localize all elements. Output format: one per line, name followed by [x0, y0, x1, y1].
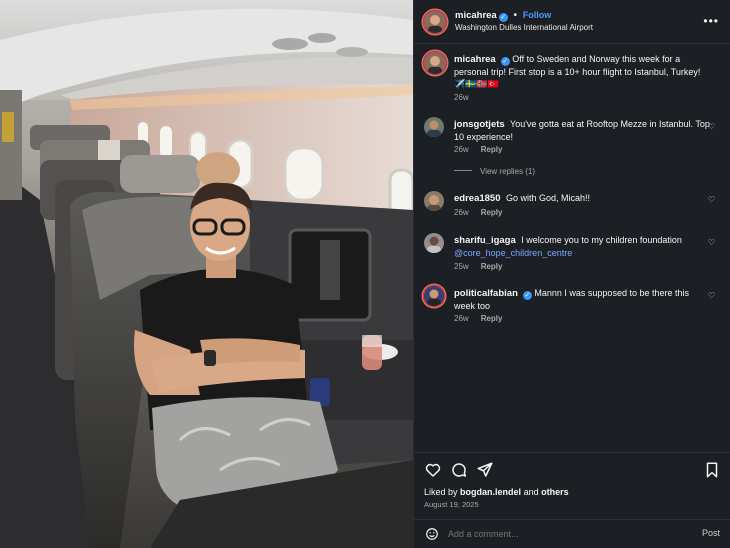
- smiley-icon[interactable]: [425, 527, 439, 541]
- commenter-avatar[interactable]: [424, 233, 444, 253]
- reply-button[interactable]: Reply: [481, 208, 503, 217]
- cabin-photo-illustration: [0, 0, 413, 548]
- comment-username[interactable]: politicalfabian: [454, 288, 518, 299]
- caption-text: micahrea ✓ Off to Sweden and Norway this …: [454, 53, 712, 90]
- likes-others-link[interactable]: others: [541, 487, 569, 497]
- likes-and: and: [523, 487, 539, 497]
- verified-badge-icon: ✓: [522, 291, 532, 300]
- view-replies-link[interactable]: View replies (1): [454, 167, 535, 176]
- heart-outline-icon[interactable]: ♡: [708, 291, 715, 300]
- liker-username[interactable]: bogdan.lendel: [460, 487, 521, 497]
- comment-body: Go with God, Micah!!: [506, 193, 591, 203]
- likes-summary: Liked by bogdan.lendel and others: [424, 487, 569, 497]
- comment-meta: 25w Reply: [454, 262, 502, 271]
- post-photo[interactable]: [0, 0, 413, 548]
- verified-badge-icon: ✓: [500, 57, 510, 66]
- commenter-avatar[interactable]: [424, 286, 444, 306]
- add-comment-bar: Post: [414, 519, 730, 548]
- comment-time: 26w: [454, 208, 469, 217]
- verified-badge-icon: ✓: [498, 13, 508, 22]
- comment-time: 26w: [454, 314, 469, 323]
- comment-meta: 26w Reply: [454, 145, 502, 154]
- reply-button[interactable]: Reply: [481, 262, 503, 271]
- post-comment-button[interactable]: Post: [702, 528, 720, 538]
- caption-avatar[interactable]: [424, 52, 446, 74]
- dot-separator: •: [513, 10, 518, 21]
- comment: edrea1850 Go with God, Micah!! 26w Reply …: [424, 191, 721, 223]
- mention-link[interactable]: @core_hope_children_centre: [454, 248, 572, 258]
- action-bar: [414, 452, 730, 486]
- comment: sharifu_igaga I welcome you to my childr…: [424, 233, 721, 271]
- heart-outline-icon[interactable]: ♡: [708, 122, 715, 131]
- comment-body: I welcome you to my children foundation: [521, 235, 682, 245]
- comment-text: politicalfabian ✓ Mannn I was supposed to…: [454, 287, 712, 312]
- comment-time: 25w: [454, 262, 469, 271]
- comment-input[interactable]: [448, 527, 678, 541]
- author-username[interactable]: micahrea: [455, 10, 497, 21]
- likes-prefix: Liked by: [424, 487, 458, 497]
- caption-emojis: ✈️🇸🇪🇳🇴🇹🇷: [454, 79, 499, 89]
- comment-meta: 26w Reply: [454, 314, 502, 323]
- comment: jonsgotjets You've gotta eat at Rooftop …: [424, 117, 721, 159]
- author-row: micahrea ✓ • Follow: [455, 10, 551, 22]
- commenter-avatar[interactable]: [424, 117, 444, 137]
- comment-bubble-icon[interactable]: [450, 461, 468, 479]
- caption-username[interactable]: micahrea: [454, 54, 496, 65]
- comment-username[interactable]: sharifu_igaga: [454, 235, 516, 246]
- bookmark-icon[interactable]: [703, 461, 721, 479]
- post-detail-panel: micahrea ✓ • Follow Washington Dulles Int…: [413, 0, 730, 548]
- post-header: micahrea ✓ • Follow Washington Dulles Int…: [414, 0, 730, 44]
- post-location[interactable]: Washington Dulles International Airport: [455, 23, 593, 32]
- commenter-avatar[interactable]: [424, 191, 444, 211]
- post-date: August 19, 2025: [424, 500, 479, 509]
- heart-outline-icon[interactable]: [424, 461, 442, 479]
- comment-username[interactable]: edrea1850: [454, 193, 500, 204]
- view-replies-label[interactable]: View replies (1): [480, 167, 535, 176]
- heart-outline-icon[interactable]: ♡: [708, 238, 715, 247]
- reply-button[interactable]: Reply: [481, 145, 503, 154]
- comment-text: edrea1850 Go with God, Micah!!: [454, 192, 712, 205]
- heart-outline-icon[interactable]: ♡: [708, 195, 715, 204]
- replies-divider: [454, 170, 472, 171]
- more-dots-icon[interactable]: •••: [703, 14, 719, 28]
- comment-text: sharifu_igaga I welcome you to my childr…: [454, 234, 712, 259]
- caption-time: 26w: [454, 93, 469, 102]
- reply-button[interactable]: Reply: [481, 314, 503, 323]
- caption: micahrea ✓ Off to Sweden and Norway this …: [424, 52, 721, 102]
- comment-time: 26w: [454, 145, 469, 154]
- author-avatar[interactable]: [424, 11, 446, 33]
- comment-username[interactable]: jonsgotjets: [454, 119, 505, 130]
- comment-text: jonsgotjets You've gotta eat at Rooftop …: [454, 118, 712, 143]
- comment: politicalfabian ✓ Mannn I was supposed to…: [424, 286, 721, 326]
- paper-plane-icon[interactable]: [476, 461, 494, 479]
- follow-button[interactable]: Follow: [523, 10, 552, 20]
- comment-meta: 26w Reply: [454, 208, 502, 217]
